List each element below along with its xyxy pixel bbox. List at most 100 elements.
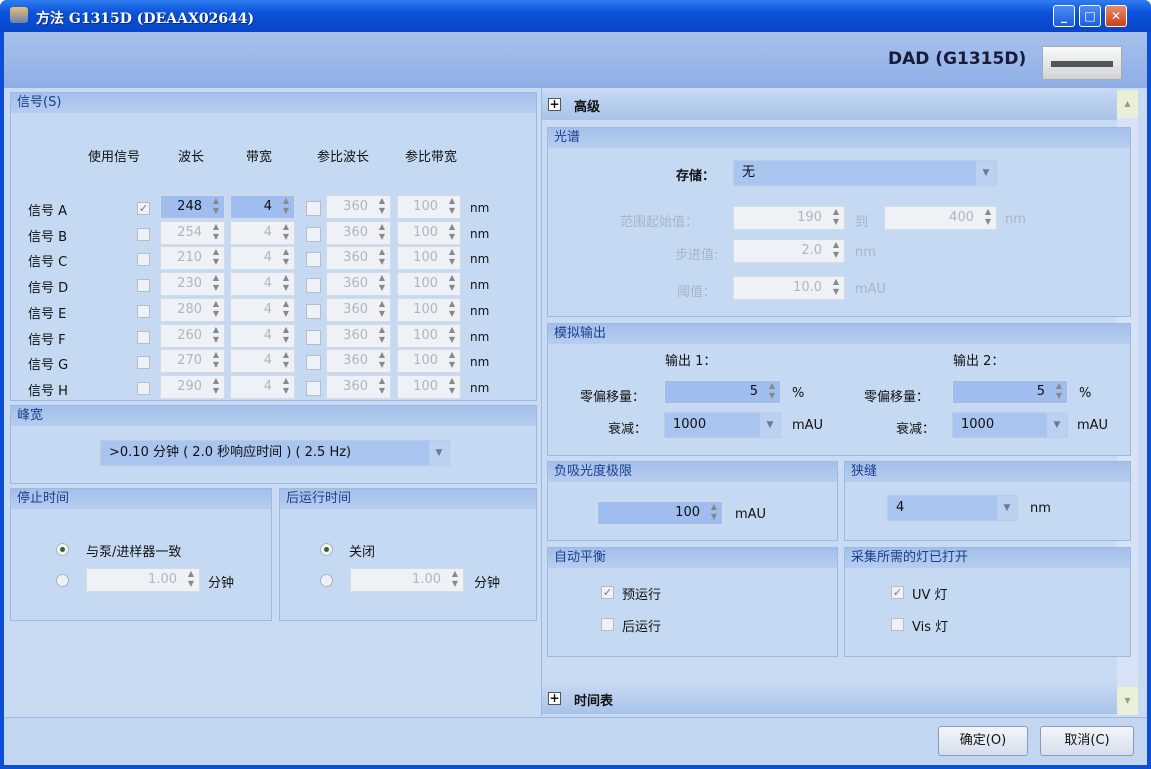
wavelength-input[interactable]: 270 ▲ ▼ [160,349,225,374]
close-button[interactable]: ✕ [1105,5,1127,27]
spinner-icon[interactable]: ▲ ▼ [828,207,844,229]
use-signal-checkbox[interactable]: ✓ [137,202,150,215]
spinner-icon[interactable]: ▲ ▼ [183,569,199,591]
spinner-icon[interactable]: ▲ ▼ [828,240,844,262]
spinner-icon[interactable]: ▲ ▼ [764,381,780,403]
zero2-input[interactable]: 5 ▲ ▼ [952,380,1068,404]
spinner-icon[interactable]: ▲ ▼ [374,299,390,321]
spinner-icon[interactable]: ▲ ▼ [706,502,722,524]
use-signal-checkbox[interactable] [137,356,150,370]
ref-bandwidth-input[interactable]: 100 ▲ ▼ [397,297,461,322]
spinner-icon[interactable]: ▲ ▼ [980,207,996,229]
use-signal-checkbox[interactable] [137,304,150,318]
timetable-header[interactable]: + 时间表 [542,684,1117,714]
uv-lamp-checkbox[interactable]: ✓ [891,586,904,599]
bandwidth-input[interactable]: 4 ▲ ▼ [230,272,295,297]
spinner-icon[interactable]: ▲ ▼ [374,350,390,372]
ok-button[interactable]: 确定(O) [938,726,1028,756]
store-dropdown[interactable]: 无 ▼ [733,160,997,186]
ref-wavelength-input[interactable]: 360 ▲ ▼ [326,323,391,348]
expand-icon[interactable]: + [548,98,561,111]
bandwidth-input[interactable]: 4 ▲ ▼ [230,349,295,374]
spinner-icon[interactable]: ▲ ▼ [374,222,390,244]
spinner-icon[interactable]: ▲ ▼ [278,350,294,372]
expand-icon[interactable]: + [548,692,561,705]
spinner-icon[interactable]: ▲ ▼ [1051,381,1067,403]
spinner-icon[interactable]: ▲ ▼ [278,325,294,347]
reference-checkbox[interactable] [306,303,321,319]
ref-bandwidth-input[interactable]: 100 ▲ ▼ [397,195,461,219]
spinner-icon[interactable]: ▲ ▼ [444,376,460,398]
spinner-icon[interactable]: ▲ ▼ [278,273,294,295]
ref-wavelength-input[interactable]: 360 ▲ ▼ [326,374,391,399]
range-to-input[interactable]: 400 ▲ ▼ [884,206,997,230]
reference-checkbox[interactable] [306,380,321,396]
ref-bandwidth-input[interactable]: 100 ▲ ▼ [397,246,461,271]
use-signal-checkbox[interactable] [137,279,150,293]
stoptime-input[interactable]: 1.00 ▲ ▼ [86,568,200,592]
slit-dropdown[interactable]: 4 ▼ [887,495,1018,521]
bandwidth-input[interactable]: 4 ▲ ▼ [230,246,295,271]
spinner-icon[interactable]: ▲ ▼ [278,196,294,218]
range-from-input[interactable]: 190 ▲ ▼ [733,206,845,230]
spinner-icon[interactable]: ▲ ▼ [208,222,224,244]
reference-checkbox[interactable] [306,278,321,294]
atten2-dropdown[interactable]: 1000 ▼ [952,412,1068,438]
advanced-header[interactable]: + 高级 [542,90,1117,120]
ref-wavelength-input[interactable]: 360 ▲ ▼ [326,220,391,245]
negabs-input[interactable]: 100 ▲ ▼ [597,501,723,525]
spinner-icon[interactable]: ▲ ▼ [444,325,460,347]
reference-checkbox[interactable] [306,201,321,216]
threshold-input[interactable]: 10.0 ▲ ▼ [733,276,845,300]
ref-wavelength-input[interactable]: 360 ▲ ▼ [326,297,391,322]
reference-checkbox[interactable] [306,252,321,268]
ref-bandwidth-input[interactable]: 100 ▲ ▼ [397,349,461,374]
spinner-icon[interactable]: ▲ ▼ [278,376,294,398]
bandwidth-input[interactable]: 4 ▲ ▼ [230,220,295,245]
maximize-button[interactable]: □ [1079,5,1101,27]
posttime-custom-radio[interactable] [320,574,333,587]
step-input[interactable]: 2.0 ▲ ▼ [733,239,845,263]
wavelength-input[interactable]: 280 ▲ ▼ [160,297,225,322]
wavelength-input[interactable]: 260 ▲ ▼ [160,323,225,348]
reference-checkbox[interactable] [306,226,321,242]
ref-bandwidth-input[interactable]: 100 ▲ ▼ [397,323,461,348]
ref-wavelength-input[interactable]: 360 ▲ ▼ [326,195,391,219]
spinner-icon[interactable]: ▲ ▼ [278,299,294,321]
minimize-button[interactable]: _ [1053,5,1075,27]
wavelength-input[interactable]: 230 ▲ ▼ [160,272,225,297]
reference-checkbox[interactable] [306,355,321,371]
spinner-icon[interactable]: ▲ ▼ [278,222,294,244]
spinner-icon[interactable]: ▲ ▼ [444,299,460,321]
ref-wavelength-input[interactable]: 360 ▲ ▼ [326,246,391,271]
cancel-button[interactable]: 取消(C) [1040,726,1134,756]
stoptime-pump-radio[interactable] [56,543,69,556]
bandwidth-input[interactable]: 4 ▲ ▼ [230,374,295,399]
spinner-icon[interactable]: ▲ ▼ [208,196,224,218]
scroll-down-icon[interactable]: ▼ [1117,687,1138,715]
spinner-icon[interactable]: ▲ ▼ [374,376,390,398]
wavelength-input[interactable]: 290 ▲ ▼ [160,374,225,399]
title-bar[interactable]: 方法 G1315D (DEAAX02644) _ □ ✕ [0,0,1151,32]
peakwidth-dropdown[interactable]: >0.10 分钟 ( 2.0 秒响应时间 ) ( 2.5 Hz) ▼ [100,440,450,466]
spinner-icon[interactable]: ▲ ▼ [374,325,390,347]
spinner-icon[interactable]: ▲ ▼ [374,273,390,295]
spinner-icon[interactable]: ▲ ▼ [444,273,460,295]
use-signal-checkbox[interactable] [137,330,150,344]
use-signal-checkbox[interactable] [137,253,150,267]
ref-bandwidth-input[interactable]: 100 ▲ ▼ [397,272,461,297]
spinner-icon[interactable]: ▲ ▼ [828,277,844,299]
bandwidth-input[interactable]: 4 ▲ ▼ [230,195,295,219]
posttime-off-radio[interactable] [320,543,333,556]
spinner-icon[interactable]: ▲ ▼ [208,299,224,321]
reference-checkbox[interactable] [306,329,321,345]
spinner-icon[interactable]: ▲ ▼ [444,247,460,269]
ref-bandwidth-input[interactable]: 100 ▲ ▼ [397,220,461,245]
ref-bandwidth-input[interactable]: 100 ▲ ▼ [397,374,461,399]
ref-wavelength-input[interactable]: 360 ▲ ▼ [326,349,391,374]
spinner-icon[interactable]: ▲ ▼ [374,196,390,218]
wavelength-input[interactable]: 248 ▲ ▼ [160,195,225,219]
spinner-icon[interactable]: ▲ ▼ [447,569,463,591]
wavelength-input[interactable]: 210 ▲ ▼ [160,246,225,271]
spinner-icon[interactable]: ▲ ▼ [208,376,224,398]
